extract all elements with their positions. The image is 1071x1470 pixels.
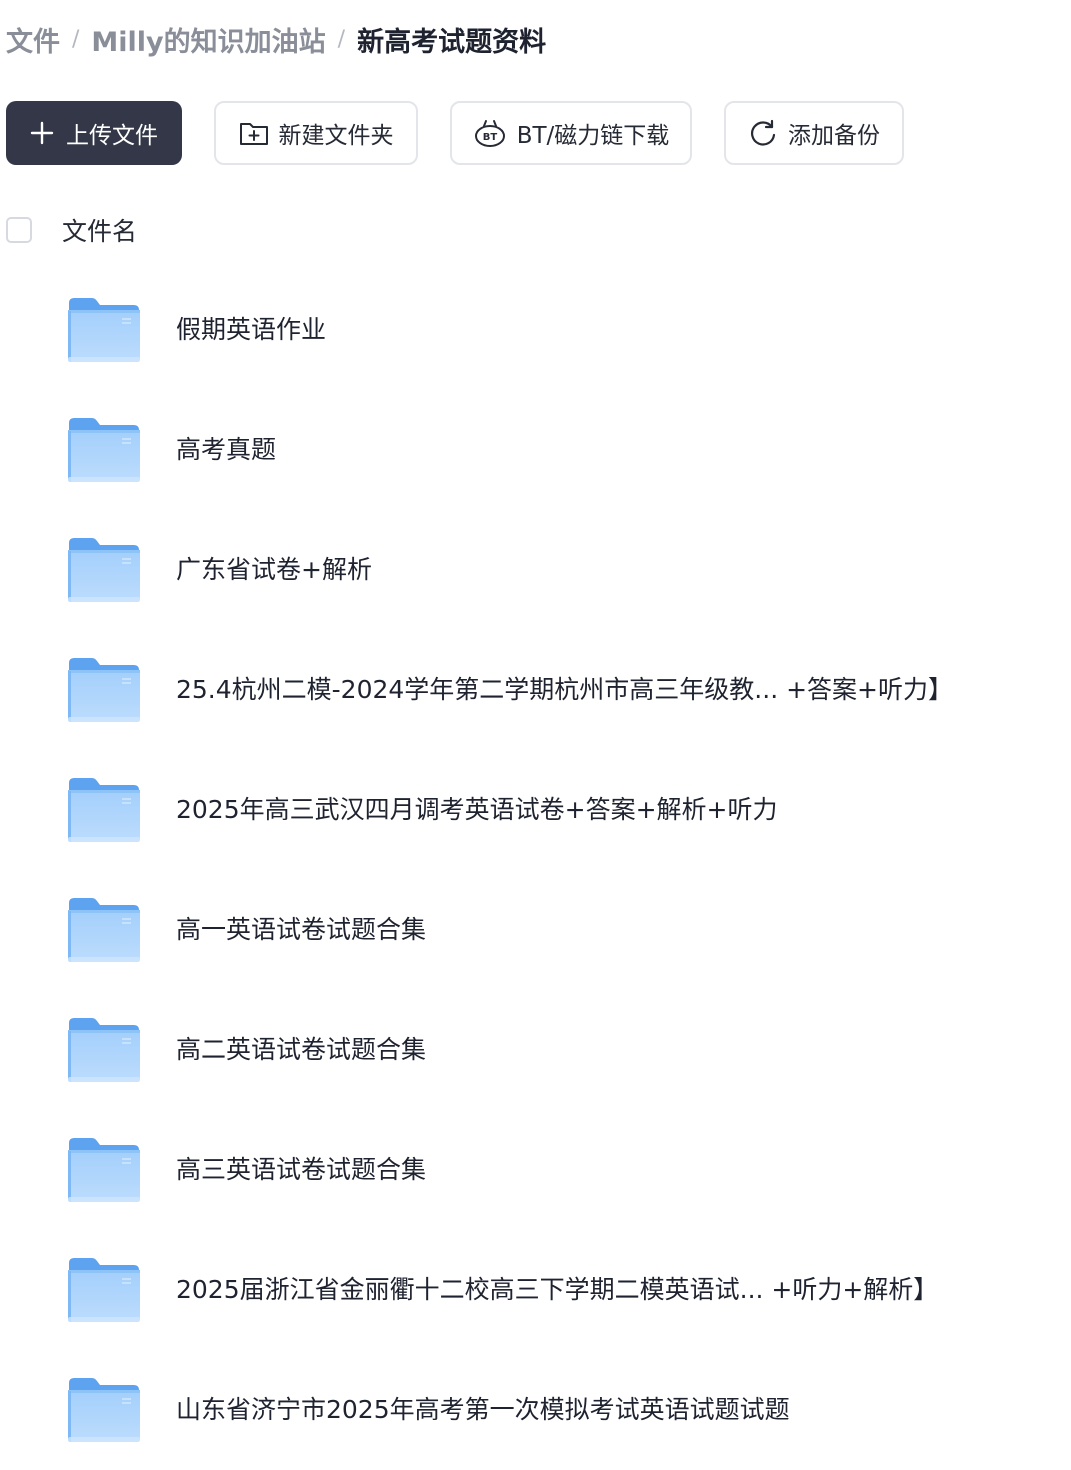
file-name: 高考真题 (176, 435, 277, 464)
folder-icon (67, 1377, 141, 1443)
folder-icon (67, 417, 141, 483)
file-row-9[interactable]: 2025届浙江省金丽衢十二校高三下学期二模英语试... +听力+解析】 (0, 1230, 1071, 1350)
file-row-6[interactable]: 高一英语试卷试题合集 (0, 870, 1071, 990)
select-all-checkbox[interactable] (6, 217, 32, 243)
upload-file-button[interactable]: 上传文件 (6, 101, 182, 165)
folder-icon (67, 1137, 141, 1203)
file-row-5[interactable]: 2025年高三武汉四月调考英语试卷+答案+解析+听力 (0, 750, 1071, 870)
breadcrumb-item-current: 新高考试题资料 (357, 26, 547, 58)
upload-file-label: 上传文件 (66, 123, 158, 149)
file-row-3[interactable]: 广东省试卷+解析 (0, 510, 1071, 630)
new-folder-icon (239, 120, 269, 146)
folder-icon (67, 897, 141, 963)
plus-icon (30, 121, 54, 145)
folder-icon (67, 297, 141, 363)
folder-icon (67, 657, 141, 723)
add-backup-button[interactable]: 添加备份 (724, 101, 904, 165)
file-name: 高一英语试卷试题合集 (176, 915, 427, 944)
file-row-4[interactable]: 25.4杭州二模-2024学年第二学期杭州市高三年级教... +答案+听力】 (0, 630, 1071, 750)
svg-text:BT: BT (482, 132, 497, 143)
folder-icon (67, 1017, 141, 1083)
add-backup-label: 添加备份 (788, 123, 880, 149)
file-name: 2025届浙江省金丽衢十二校高三下学期二模英语试... +听力+解析】 (176, 1275, 939, 1304)
file-row-1[interactable]: 假期英语作业 (0, 270, 1071, 390)
list-header: 文件名 (6, 210, 137, 250)
breadcrumb-separator: / (337, 26, 346, 52)
file-row-10[interactable]: 山东省济宁市2025年高考第一次模拟考试英语试题试题 (0, 1350, 1071, 1470)
new-folder-label: 新建文件夹 (278, 123, 394, 149)
folder-icon (67, 1257, 141, 1323)
column-header-filename[interactable]: 文件名 (62, 212, 137, 248)
sync-icon (748, 118, 778, 148)
file-name: 假期英语作业 (176, 315, 327, 344)
file-name: 2025年高三武汉四月调考英语试卷+答案+解析+听力 (176, 795, 778, 824)
file-row-2[interactable]: 高考真题 (0, 390, 1071, 510)
breadcrumb-item-knowledge-station[interactable]: Milly的知识加油站 (91, 20, 325, 59)
bt-magnet-download-label: BT/磁力链下载 (516, 123, 670, 149)
bt-icon: BT (473, 118, 507, 148)
breadcrumb-item-files[interactable]: 文件 (6, 20, 60, 59)
file-row-7[interactable]: 高二英语试卷试题合集 (0, 990, 1071, 1110)
new-folder-button[interactable]: 新建文件夹 (214, 101, 418, 165)
file-row-8[interactable]: 高三英语试卷试题合集 (0, 1110, 1071, 1230)
breadcrumb: 文件 / Milly的知识加油站 / 新高考试题资料 (6, 18, 546, 60)
bt-magnet-download-button[interactable]: BT BT/磁力链下载 (450, 101, 692, 165)
breadcrumb-separator: / (72, 26, 80, 52)
file-name: 山东省济宁市2025年高考第一次模拟考试英语试题试题 (176, 1395, 790, 1424)
file-name: 广东省试卷+解析 (176, 555, 372, 584)
file-name: 25.4杭州二模-2024学年第二学期杭州市高三年级教... +答案+听力】 (176, 675, 953, 704)
file-name: 高二英语试卷试题合集 (176, 1035, 427, 1064)
folder-icon (67, 777, 141, 843)
folder-icon (67, 537, 141, 603)
file-name: 高三英语试卷试题合集 (176, 1155, 427, 1184)
file-list: 假期英语作业 高考真题 广东省试卷+解析 25.4杭州二模-2024学年第二学期… (0, 270, 1071, 1470)
